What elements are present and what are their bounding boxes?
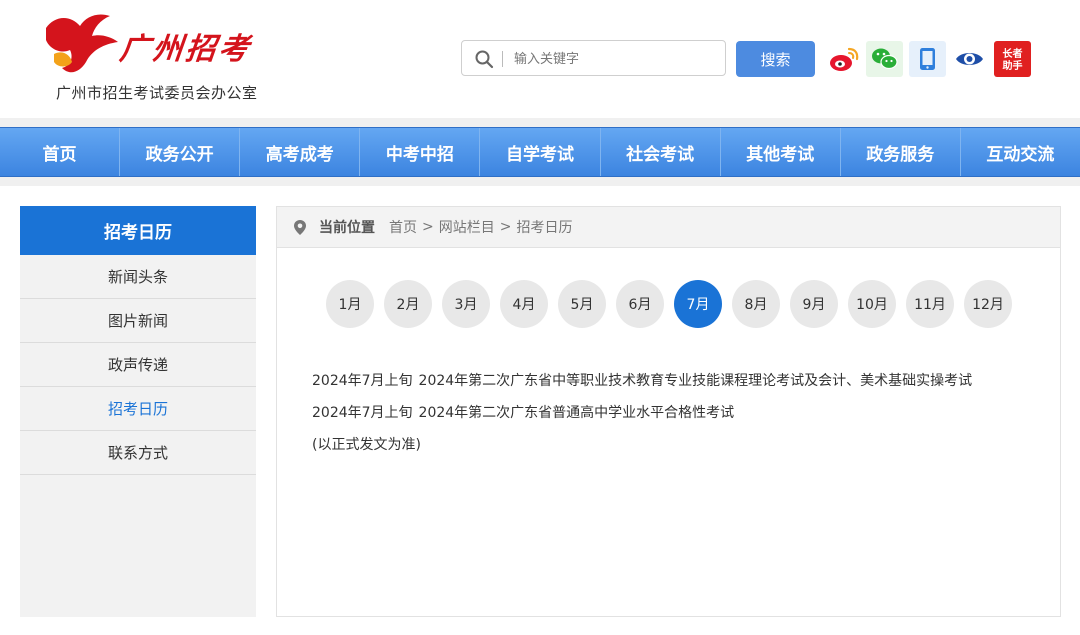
- logo-title: 广州招考: [117, 32, 254, 67]
- breadcrumb-separator: >: [499, 219, 512, 235]
- nav-item-gaokao-adult-exam[interactable]: 高考成考: [240, 128, 361, 176]
- location-pin-icon: [294, 219, 306, 235]
- event-title: 2024年第二次广东省普通高中学业水平合格性考试: [418, 405, 735, 421]
- list-item: 2024年7月上旬 2024年第二次广东省中等职业技术教育专业技能课程理论考试及会…: [312, 365, 972, 397]
- breadcrumb-exam-calendar[interactable]: 招考日历: [516, 217, 572, 237]
- weibo-icon[interactable]: [825, 41, 862, 77]
- search-box: [461, 40, 726, 76]
- breadcrumb-site-column[interactable]: 网站栏目: [439, 217, 495, 237]
- search-input[interactable]: [512, 46, 716, 72]
- elderly-badge-line2: 助手: [1003, 59, 1023, 72]
- logo-flame-icon: [46, 14, 118, 73]
- sidebar-item-headlines[interactable]: 新闻头条: [20, 255, 256, 299]
- mobile-icon[interactable]: [909, 41, 946, 77]
- sidebar-item-photo-news[interactable]: 图片新闻: [20, 299, 256, 343]
- month-button-2[interactable]: 2月: [384, 280, 432, 328]
- disclaimer-note: (以正式发文为准): [312, 437, 421, 453]
- nav-item-social-exam[interactable]: 社会考试: [601, 128, 721, 176]
- month-button-7[interactable]: 7月: [674, 280, 722, 328]
- search-button[interactable]: 搜索: [736, 41, 815, 77]
- event-title: 2024年第二次广东省中等职业技术教育专业技能课程理论考试及会计、美术基础实操考…: [418, 373, 973, 389]
- sidebar-item-contact[interactable]: 联系方式: [20, 431, 256, 475]
- main-content-area: 招考日历 新闻头条 图片新闻 政声传递 招考日历 联系方式 当前位置 首页 > …: [0, 186, 1080, 635]
- nav-item-self-study-exam[interactable]: 自学考试: [480, 128, 601, 176]
- breadcrumb-separator: >: [422, 219, 434, 235]
- event-date: 2024年7月上旬: [312, 405, 413, 421]
- nav-item-other-exams[interactable]: 其他考试: [721, 128, 841, 176]
- month-button-5[interactable]: 5月: [558, 280, 606, 328]
- sidebar: 招考日历 新闻头条 图片新闻 政声传递 招考日历 联系方式: [20, 206, 256, 617]
- list-item: 2024年7月上旬 2024年第二次广东省普通高中学业水平合格性考试: [312, 397, 972, 429]
- month-button-9[interactable]: 9月: [790, 280, 838, 328]
- month-selector: 1月 2月 3月 4月 5月 6月 7月 8月 9月 10月 11月 12月: [326, 280, 1022, 328]
- site-header: 广州招考 广州市招生考试委员会办公室 搜索: [0, 0, 1080, 118]
- nav-item-government-services[interactable]: 政务服务: [841, 128, 961, 176]
- site-logo[interactable]: 广州招考 广州市招生考试委员会办公室: [40, 10, 280, 110]
- elderly-assistant-icon[interactable]: 长者 助手: [994, 41, 1031, 77]
- nav-item-government-affairs[interactable]: 政务公开: [120, 128, 241, 176]
- month-button-1[interactable]: 1月: [326, 280, 374, 328]
- sidebar-item-policy-voice[interactable]: 政声传递: [20, 343, 256, 387]
- month-button-4[interactable]: 4月: [500, 280, 548, 328]
- nav-item-home[interactable]: 首页: [0, 128, 121, 176]
- event-list: 2024年7月上旬 2024年第二次广东省中等职业技术教育专业技能课程理论考试及会…: [312, 365, 972, 461]
- logo-subtitle: 广州市招生考试委员会办公室: [56, 84, 258, 102]
- month-button-10[interactable]: 10月: [848, 280, 896, 328]
- sidebar-item-exam-calendar[interactable]: 招考日历: [20, 387, 256, 431]
- nav-item-interaction[interactable]: 互动交流: [961, 128, 1080, 176]
- elderly-badge-line1: 长者: [1003, 47, 1023, 60]
- main-nav: 首页 政务公开 高考成考 中考中招 自学考试 社会考试 其他考试 政务服务 互动…: [0, 127, 1080, 177]
- month-button-8[interactable]: 8月: [732, 280, 780, 328]
- nav-item-zhongkao[interactable]: 中考中招: [360, 128, 481, 176]
- calendar-panel: 当前位置 首页 > 网站栏目 > 招考日历 1月 2月 3月 4月 5月 6月 …: [276, 206, 1061, 617]
- month-button-3[interactable]: 3月: [442, 280, 490, 328]
- event-date: 2024年7月上旬: [312, 373, 413, 389]
- month-button-6[interactable]: 6月: [616, 280, 664, 328]
- breadcrumb-home[interactable]: 首页: [389, 217, 417, 237]
- search-icon[interactable]: [474, 49, 494, 69]
- breadcrumb-label: 当前位置: [319, 220, 375, 236]
- wechat-icon[interactable]: [866, 41, 903, 77]
- sidebar-title: 招考日历: [20, 206, 256, 255]
- month-button-11[interactable]: 11月: [906, 280, 954, 328]
- search-divider: [502, 51, 503, 67]
- month-button-12[interactable]: 12月: [964, 280, 1012, 328]
- breadcrumb: 当前位置 首页 > 网站栏目 > 招考日历: [277, 207, 1060, 248]
- eye-icon[interactable]: [951, 41, 988, 77]
